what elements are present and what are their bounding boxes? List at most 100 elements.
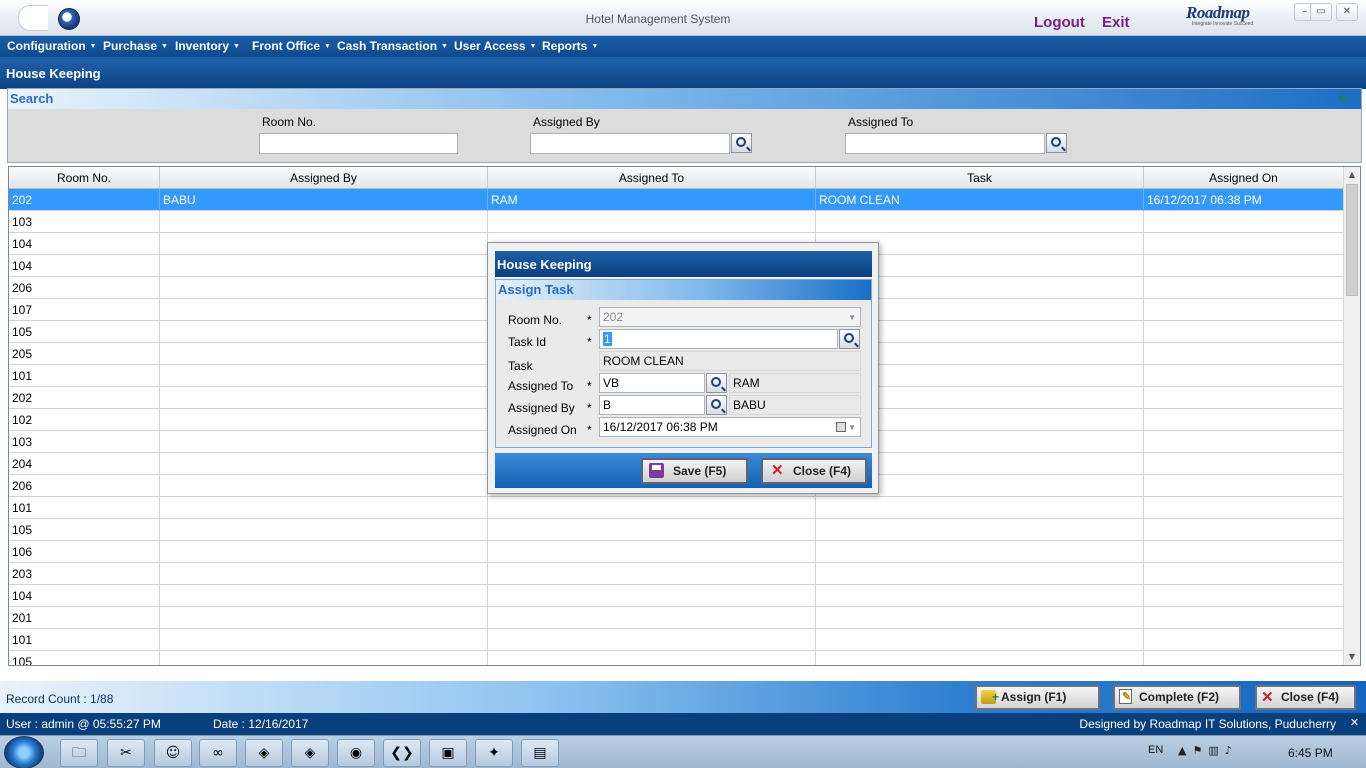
cell-room-no[interactable]: 105 [9,651,160,665]
menu-reports[interactable]: Reports ▼ [542,39,598,53]
cell-assigned-by[interactable] [160,629,488,651]
cell-assigned-on[interactable] [1144,255,1344,277]
cell-assigned-by[interactable] [160,431,488,453]
cell-assigned-on[interactable] [1144,475,1344,497]
cell-room-no[interactable]: 107 [9,299,160,321]
cell-assigned-to[interactable] [488,585,816,607]
column-header-assigned-to[interactable]: Assigned To [488,167,816,189]
cell-assigned-by[interactable] [160,651,488,665]
cell-assigned-by[interactable] [160,299,488,321]
menu-cash-transaction[interactable]: Cash Transaction ▼ [337,39,448,53]
chevron-down-icon[interactable]: ▼ [848,419,856,436]
cell-room-no[interactable]: 106 [9,541,160,563]
search-assigned-by-input[interactable] [530,133,730,154]
cell-assigned-by[interactable] [160,233,488,255]
cell-assigned-on[interactable] [1144,607,1344,629]
clock[interactable]: 6:45 PM [1288,746,1333,760]
dialog-header[interactable]: House Keeping [495,251,872,277]
scroll-thumb[interactable] [1346,184,1358,296]
exit-link[interactable]: Exit [1102,14,1130,31]
cell-room-no[interactable]: 204 [9,453,160,475]
complete-button[interactable]: Complete (F2) [1113,685,1241,710]
cell-assigned-by[interactable] [160,255,488,277]
cell-assigned-to[interactable] [488,541,816,563]
cell-room-no[interactable]: 103 [9,431,160,453]
menu-purchase[interactable]: Purchase ▼ [103,39,168,53]
cell-assigned-by[interactable] [160,321,488,343]
cell-room-no[interactable]: 104 [9,585,160,607]
table-row[interactable]: 104 [9,585,1344,607]
volume-icon[interactable]: ♪ [1225,744,1238,757]
tray-icons[interactable]: ▲⚑▥♪ [1178,744,1238,757]
cell-assigned-by[interactable] [160,519,488,541]
cell-assigned-to[interactable] [488,519,816,541]
cell-room-no[interactable]: 103 [9,211,160,233]
search-assigned-by-lookup-button[interactable] [731,133,752,153]
menu-inventory[interactable]: Inventory ▼ [175,39,240,53]
cell-assigned-on[interactable] [1144,321,1344,343]
visual-studio-2-icon[interactable]: ◈ [291,739,329,767]
cell-assigned-on[interactable] [1144,233,1344,255]
table-row[interactable]: 105 [9,519,1344,541]
cell-assigned-on[interactable] [1144,541,1344,563]
table-row[interactable]: 203 [9,563,1344,585]
cell-room-no[interactable]: 101 [9,365,160,387]
close-icon[interactable]: ✕ [1336,3,1358,21]
assign-button[interactable]: Assign (F1) [975,685,1100,710]
calendar-icon[interactable] [836,422,846,432]
cell-assigned-on[interactable] [1144,277,1344,299]
cell-room-no[interactable]: 205 [9,343,160,365]
table-row[interactable]: 101 [9,629,1344,651]
cell-assigned-to[interactable] [488,629,816,651]
cell-task[interactable] [816,211,1144,233]
search-assigned-to-lookup-button[interactable] [1046,133,1067,153]
cell-assigned-by[interactable] [160,365,488,387]
cell-task[interactable] [816,519,1144,541]
cell-room-no[interactable]: 202 [9,189,160,211]
visual-studio-icon[interactable]: ◈ [245,739,283,767]
cell-assigned-by[interactable] [160,541,488,563]
cell-task[interactable] [816,563,1144,585]
search-assigned-to-input[interactable] [845,133,1045,154]
cell-room-no[interactable]: 105 [9,321,160,343]
cell-room-no[interactable]: 104 [9,233,160,255]
scroll-down-icon[interactable]: ▼ [1344,649,1360,665]
cell-room-no[interactable]: 201 [9,607,160,629]
cell-assigned-to[interactable] [488,563,816,585]
infinity-icon[interactable]: ∞ [199,739,237,767]
cell-task[interactable] [816,651,1144,665]
cell-assigned-on[interactable] [1144,651,1344,665]
paint-icon[interactable]: ✦ [475,739,513,767]
cell-task[interactable]: ROOM CLEAN [816,189,1144,211]
column-header-assigned-by[interactable]: Assigned By [160,167,488,189]
task-id-input[interactable]: 1 [599,329,838,349]
people-icon[interactable]: ☺ [154,739,192,767]
refresh-icon[interactable]: ⟲ [1337,93,1351,105]
task-id-lookup-button[interactable] [839,329,860,349]
cell-assigned-to[interactable] [488,607,816,629]
cell-assigned-on[interactable] [1144,563,1344,585]
cell-assigned-by[interactable] [160,453,488,475]
start-button[interactable] [4,736,44,768]
cell-task[interactable] [816,607,1144,629]
cell-assigned-by[interactable] [160,409,488,431]
window-app-icon[interactable]: ▤ [521,739,559,767]
cell-assigned-on[interactable] [1144,585,1344,607]
cell-assigned-to[interactable] [488,497,816,519]
cell-task[interactable] [816,541,1144,563]
cell-assigned-on[interactable] [1144,365,1344,387]
cell-room-no[interactable]: 101 [9,629,160,651]
tools-icon[interactable]: ✂ [107,739,145,767]
cell-assigned-on[interactable] [1144,629,1344,651]
table-row[interactable]: 202 BABU RAM ROOM CLEAN 16/12/2017 06:38 PM [9,189,1344,211]
cell-assigned-by[interactable] [160,563,488,585]
assigned-by-lookup-button[interactable] [706,395,727,415]
assigned-to-code-input[interactable]: VB [599,373,705,393]
cell-assigned-by[interactable]: BABU [160,189,488,211]
cell-room-no[interactable]: 102 [9,409,160,431]
restore-icon[interactable]: ▭ [1310,3,1332,21]
cell-assigned-on[interactable] [1144,211,1344,233]
tray-up-icon[interactable]: ▲ [1178,744,1192,757]
menu-front-office[interactable]: Front Office ▼ [252,39,331,53]
logout-link[interactable]: Logout [1034,14,1085,31]
